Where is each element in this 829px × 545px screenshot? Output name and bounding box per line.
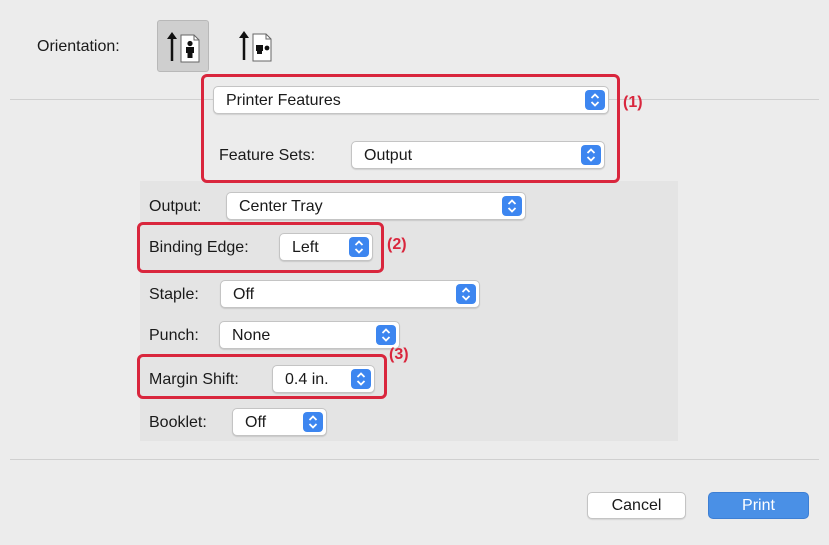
output-label: Output: xyxy=(149,198,202,215)
output-options-panel xyxy=(140,181,678,441)
punch-value: None xyxy=(232,327,271,344)
cancel-button[interactable]: Cancel xyxy=(587,492,686,519)
portrait-orientation-icon xyxy=(167,32,200,63)
output-value: Center Tray xyxy=(239,198,323,215)
divider-bottom xyxy=(10,459,819,460)
landscape-orientation-icon xyxy=(239,31,272,62)
callout-label-1: (1) xyxy=(623,94,643,111)
staple-label: Staple: xyxy=(149,286,199,303)
booklet-popup[interactable]: Off xyxy=(232,408,327,436)
popup-arrows-icon xyxy=(456,284,476,304)
portrait-orientation-button[interactable] xyxy=(157,20,209,72)
print-button[interactable]: Print xyxy=(708,492,809,519)
booklet-label: Booklet: xyxy=(149,414,207,431)
callout-box-1 xyxy=(201,74,620,183)
punch-label: Punch: xyxy=(149,327,199,344)
callout-label-3: (3) xyxy=(389,346,409,363)
callout-label-2: (2) xyxy=(387,236,407,253)
popup-arrows-icon xyxy=(303,412,323,432)
print-dialog: Orientation: Printer Features Feature Se… xyxy=(0,0,829,545)
landscape-orientation-button[interactable] xyxy=(230,20,282,72)
callout-box-2 xyxy=(137,222,384,273)
booklet-value: Off xyxy=(245,414,267,431)
popup-arrows-icon xyxy=(376,325,396,345)
callout-box-3 xyxy=(137,354,387,399)
punch-popup[interactable]: None xyxy=(219,321,400,349)
output-popup[interactable]: Center Tray xyxy=(226,192,526,220)
orientation-label: Orientation: xyxy=(37,38,120,55)
popup-arrows-icon xyxy=(502,196,522,216)
staple-popup[interactable]: Off xyxy=(220,280,480,308)
staple-value: Off xyxy=(233,286,255,303)
